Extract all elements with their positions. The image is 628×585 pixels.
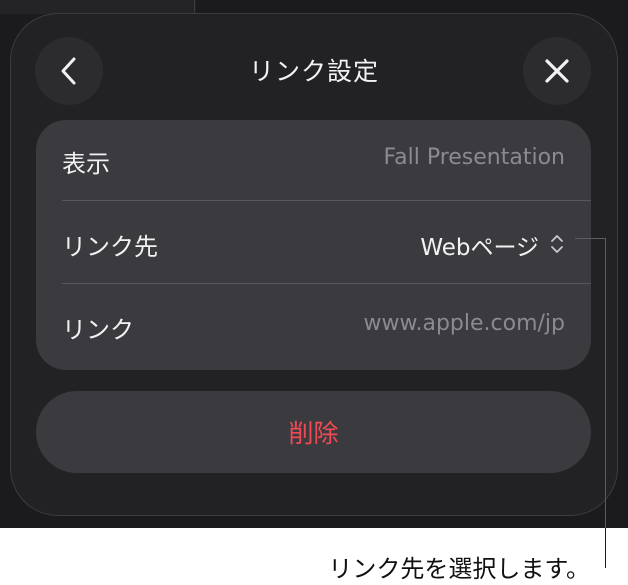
display-text-field[interactable]: Fall Presentation	[384, 145, 566, 170]
link-destination-row[interactable]: リンク先 Webページ	[36, 203, 591, 286]
close-icon	[545, 59, 569, 83]
close-button[interactable]	[523, 37, 591, 105]
link-label: リンク	[62, 316, 134, 344]
link-row[interactable]: リンク www.apple.com/jp	[36, 286, 591, 369]
row-divider	[62, 200, 591, 201]
row-divider	[62, 283, 591, 284]
link-destination-label: リンク先	[62, 233, 158, 261]
delete-button[interactable]: 削除	[36, 391, 591, 473]
link-url-field[interactable]: www.apple.com/jp	[364, 311, 565, 336]
callout-line-horizontal	[575, 238, 606, 239]
app-screen: リンク設定 表示 Fall Presentation リンク先 Webページ リ…	[0, 0, 628, 528]
callout-caption: リンク先を選択します。	[328, 555, 590, 583]
callout-line-vertical-lower	[605, 528, 606, 568]
up-down-chevron-icon	[551, 235, 563, 253]
callout-line-vertical	[605, 238, 606, 528]
display-label: 表示	[62, 150, 110, 178]
link-destination-value[interactable]: Webページ	[420, 228, 539, 262]
link-settings-card: 表示 Fall Presentation リンク先 Webページ リンク www…	[36, 120, 591, 370]
background-panel	[0, 0, 196, 14]
background-divider	[194, 0, 195, 14]
display-row[interactable]: 表示 Fall Presentation	[36, 120, 591, 203]
